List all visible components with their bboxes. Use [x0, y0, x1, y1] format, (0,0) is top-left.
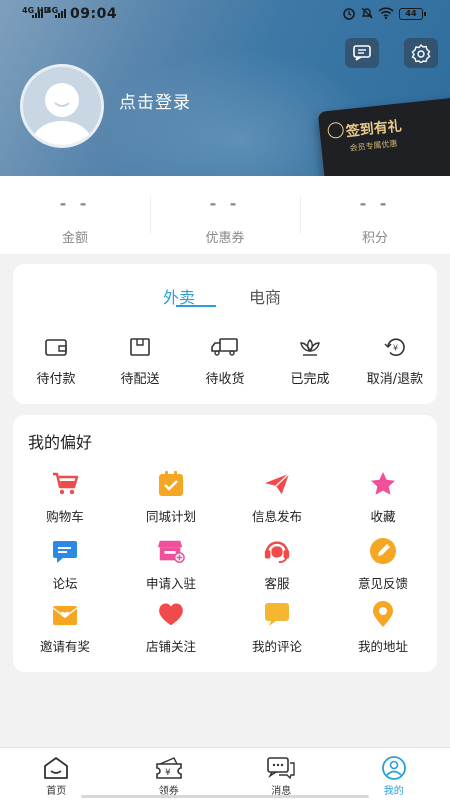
- stat-label: 金额: [61, 231, 88, 246]
- home-icon: [44, 757, 69, 779]
- chat-icon: [53, 541, 77, 563]
- order-label: 取消/退款: [366, 372, 424, 387]
- pref-invite-reward[interactable]: 邀请有奖: [13, 600, 117, 655]
- status-time: 09:04: [70, 6, 118, 22]
- nav-home[interactable]: 首页: [0, 748, 113, 800]
- pref-label: 论坛: [52, 576, 78, 591]
- stat-value: - -: [359, 194, 391, 213]
- package-icon: [130, 338, 150, 356]
- stat-label: 优惠券: [205, 231, 245, 246]
- pref-favorites[interactable]: 收藏: [331, 470, 435, 525]
- pref-label: 我的地址: [357, 639, 408, 654]
- pref-label: 收藏: [370, 509, 396, 524]
- stat-value: - -: [59, 194, 91, 213]
- message-square-icon: [353, 45, 371, 61]
- location-icon: [373, 601, 393, 627]
- order-pending-delivery[interactable]: 待配送: [98, 336, 182, 387]
- gear-icon: [411, 43, 431, 63]
- order-label: 待付款: [36, 372, 76, 387]
- pref-label: 信息发布: [251, 509, 302, 524]
- order-label: 待配送: [120, 372, 160, 387]
- tab-ecommerce[interactable]: 电商: [249, 284, 281, 308]
- order-pending-receipt[interactable]: 待收货: [183, 336, 267, 387]
- home-indicator: [81, 795, 369, 798]
- avatar[interactable]: [20, 64, 104, 148]
- pref-label: 购物车: [46, 509, 84, 524]
- mute-bell-icon: [361, 7, 373, 19]
- pref-customer-service[interactable]: 客服: [225, 537, 329, 592]
- user-avatar-icon: [32, 83, 92, 145]
- bottom-nav: 首页 ¥ 领券 消息 我的: [0, 747, 450, 800]
- alarm-icon: [343, 8, 355, 20]
- profile-icon: [381, 756, 406, 780]
- signal-bars-2-icon: [55, 9, 66, 18]
- pref-feedback[interactable]: 意见反馈: [331, 537, 435, 592]
- vip-card-subtitle: 会员专属优惠: [349, 138, 398, 153]
- pref-forum[interactable]: 论坛: [13, 537, 117, 592]
- pref-post-info[interactable]: 信息发布: [225, 470, 329, 525]
- pref-my-address[interactable]: 我的地址: [331, 600, 435, 655]
- orders-card: 外卖 电商 待付款 待配送 待收货 已完成 ¥ 取消/退款: [13, 264, 437, 404]
- paper-plane-icon: [264, 473, 290, 495]
- wifi-icon: [378, 7, 394, 20]
- envelope-heart-icon: [52, 606, 78, 625]
- stat-balance[interactable]: - - 金额: [0, 176, 150, 254]
- pref-cart[interactable]: 购物车: [13, 470, 117, 525]
- star-icon: [371, 472, 395, 495]
- order-cancel-refund[interactable]: ¥ 取消/退款: [353, 336, 437, 387]
- profile-header: 4G HD 4G 09:04 44 点击登录 签到有礼 会员专属优惠: [0, 0, 450, 176]
- pref-label: 同城计划: [145, 509, 196, 524]
- pref-label: 我的评论: [251, 639, 302, 654]
- order-pending-payment[interactable]: 待付款: [14, 336, 98, 387]
- wallet-icon: [45, 339, 67, 356]
- battery-level: 44: [405, 9, 417, 18]
- stat-value: - -: [209, 194, 241, 213]
- preferences-card: 我的偏好 购物车 同城计划 信息发布 收藏 论坛 申请入驻 客服 意见反馈 邀请…: [13, 415, 437, 672]
- login-link[interactable]: 点击登录: [119, 88, 191, 113]
- active-tab-indicator: [176, 305, 216, 307]
- pref-label: 店铺关注: [145, 639, 196, 654]
- pencil-icon: [370, 538, 396, 564]
- comment-icon: [265, 603, 289, 626]
- account-stats: - - 金额 - - 优惠券 - - 积分: [0, 176, 450, 254]
- nav-coupons[interactable]: ¥ 领券: [113, 748, 226, 800]
- message-icon: [267, 757, 295, 780]
- preferences-title: 我的偏好: [28, 433, 93, 452]
- svg-text:¥: ¥: [165, 768, 171, 778]
- pref-label: 申请入驻: [145, 576, 196, 591]
- truck-icon: [211, 338, 238, 356]
- stat-points[interactable]: - - 积分: [300, 176, 450, 254]
- stat-label: 积分: [361, 231, 388, 246]
- store-icon: [157, 540, 185, 563]
- coupon-icon: ¥: [155, 757, 182, 779]
- pref-my-comments[interactable]: 我的评论: [225, 600, 329, 655]
- pref-city-plan[interactable]: 同城计划: [119, 470, 223, 525]
- cart-icon: [53, 472, 79, 495]
- pref-label: 意见反馈: [357, 576, 408, 591]
- vip-logo-icon: [326, 121, 345, 140]
- svg-text:¥: ¥: [393, 344, 398, 353]
- message-button[interactable]: [345, 38, 379, 68]
- calendar-check-icon: [159, 471, 183, 496]
- signal-bars-1-icon: [32, 9, 43, 18]
- order-label: 已完成: [290, 372, 330, 387]
- order-label: 待收货: [205, 372, 245, 387]
- order-completed[interactable]: 已完成: [268, 336, 352, 387]
- lotus-icon: [300, 339, 320, 356]
- battery-icon: 44: [399, 8, 426, 20]
- vip-checkin-card[interactable]: 签到有礼 会员专属优惠: [317, 96, 450, 176]
- status-bar: 4G HD 4G 09:04 44: [0, 0, 450, 28]
- nav-messages[interactable]: 消息: [225, 748, 338, 800]
- pref-label: 客服: [264, 576, 290, 591]
- headset-icon: [264, 541, 290, 564]
- pref-store-follow[interactable]: 店铺关注: [119, 600, 223, 655]
- heart-icon: [159, 603, 183, 626]
- stat-coupons[interactable]: - - 优惠券: [150, 176, 300, 254]
- settings-button[interactable]: [404, 38, 438, 68]
- pref-apply-join[interactable]: 申请入驻: [119, 537, 223, 592]
- pref-label: 邀请有奖: [39, 639, 90, 654]
- refund-icon: ¥: [384, 338, 405, 356]
- nav-profile[interactable]: 我的: [338, 748, 450, 800]
